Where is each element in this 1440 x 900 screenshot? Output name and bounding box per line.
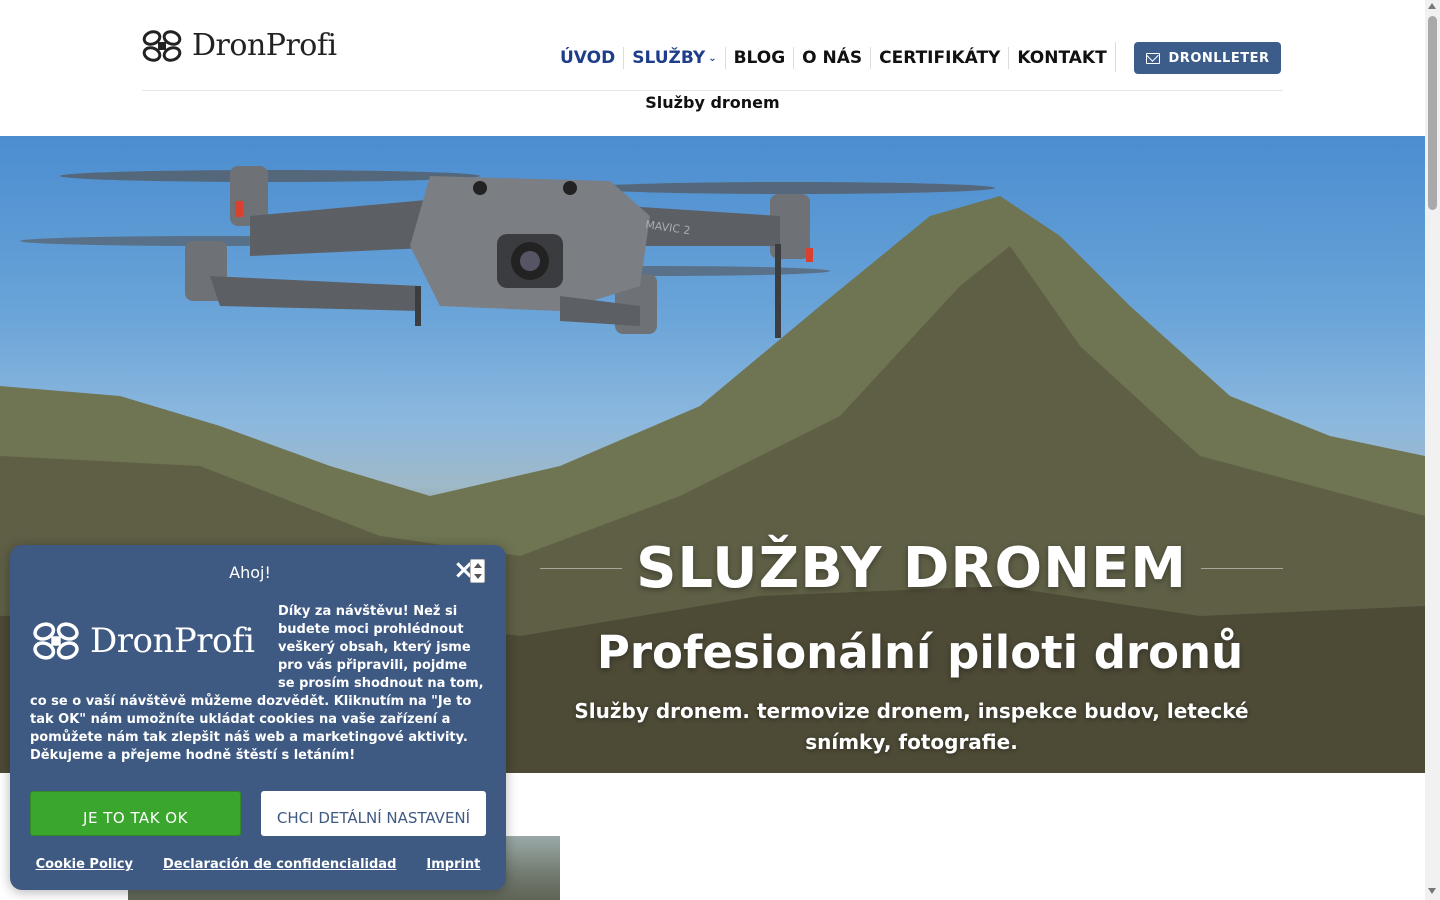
scroll-down-arrow-icon[interactable] [1428,888,1436,894]
accept-cookies-button[interactable]: JE TO TAK OK [30,791,241,836]
scrollbar-thumb[interactable] [1428,16,1437,210]
hero-title-line-left [540,568,623,569]
imprint-link[interactable]: Imprint [426,857,480,872]
logo-text: DronProfi [192,28,337,63]
cookie-links: Cookie Policy Declaración de confidencia… [10,857,506,872]
main-nav: ÚVOD SLUŽBY ⌄ BLOG O NÁS CERTIFIKÁTY KONT… [552,44,1115,72]
newsletter-button[interactable]: DRONLLETER [1134,42,1281,74]
nav-item-kontakt[interactable]: KONTAKT [1009,47,1114,69]
nav-label: CERTIFIKÁTY [879,48,1001,68]
spinner-control-icon [470,559,485,583]
scroll-up-arrow-icon[interactable] [1428,3,1436,9]
cookie-close-button[interactable]: × [453,555,487,585]
breadcrumb: Služby dronem [645,93,780,112]
nav-label: ÚVOD [560,48,616,68]
chevron-down-icon: ⌄ [708,52,717,64]
hero-title-line-right [1200,568,1284,569]
nav-item-o-nas[interactable]: O NÁS [794,47,872,69]
nav-label: SLUŽBY [632,48,706,68]
nav-item-uvod[interactable]: ÚVOD [552,47,625,69]
cookie-settings-button[interactable]: CHCI DETÁLNÍ NASTAVENÍ [261,791,486,836]
nav-item-sluzby[interactable]: SLUŽBY ⌄ [624,47,726,69]
drone-propeller-logo-icon [142,29,182,62]
nav-divider [1115,42,1116,72]
hero-title-row: SLUŽBY DRONEM [540,536,1284,601]
envelope-icon [1145,52,1160,64]
privacy-statement-link[interactable]: Declaración de confidencialidad [163,857,396,872]
cookie-logo-spacer [30,603,278,683]
nav-label: BLOG [733,48,786,68]
cookie-policy-link[interactable]: Cookie Policy [36,857,133,872]
header-divider [142,90,1283,91]
site-logo[interactable]: DronProfi [142,28,337,63]
site-header: DronProfi ÚVOD SLUŽBY ⌄ BLOG O NÁS CERTIF… [0,0,1425,136]
cookie-consent-banner: Ahoj! × DronProfi Díky za návštěvu! Než … [10,545,506,890]
cookie-title: Ahoj! [229,563,271,582]
hero-description: Služby dronem. termovize dronem, inspekc… [574,699,1249,754]
hero-subtitle: Profesionální piloti dronů [596,626,1244,679]
page: DronProfi ÚVOD SLUŽBY ⌄ BLOG O NÁS CERTIF… [0,0,1440,900]
nav-label: O NÁS [802,48,863,68]
cookie-message: Díky za návštěvu! Než si budete moci pro… [30,603,488,765]
nav-item-certifikaty[interactable]: CERTIFIKÁTY [871,47,1010,69]
hero-title: SLUŽBY DRONEM [636,536,1187,601]
nav-label: KONTAKT [1017,48,1107,68]
newsletter-label: DRONLLETER [1168,50,1270,66]
nav-item-blog[interactable]: BLOG [726,47,795,69]
